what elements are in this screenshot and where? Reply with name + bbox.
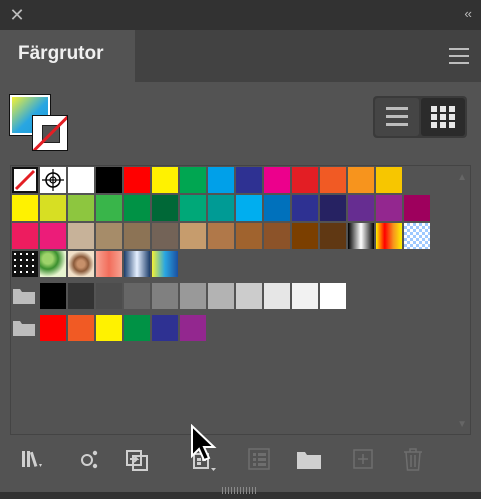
swatch-0-6[interactable] <box>180 167 206 193</box>
swatch-4-6[interactable] <box>208 283 234 309</box>
swatch-1-0[interactable] <box>12 195 38 221</box>
swatch-0-3[interactable] <box>96 167 122 193</box>
menu-icon[interactable] <box>449 48 469 64</box>
swatch-4-4[interactable] <box>152 283 178 309</box>
swatch-1-4[interactable] <box>124 195 150 221</box>
swatch-4-5[interactable] <box>180 283 206 309</box>
swatch-0-11[interactable] <box>320 167 346 193</box>
none-slash-icon <box>33 116 67 150</box>
swatch-3-3[interactable] <box>96 251 122 277</box>
swatch-3-1[interactable] <box>40 251 66 277</box>
swatch-1-1[interactable] <box>40 195 66 221</box>
grid-view-icon[interactable] <box>421 98 465 136</box>
swatch-5-5[interactable] <box>180 315 206 341</box>
swatch-1-13[interactable] <box>376 195 402 221</box>
swatch-2-14[interactable] <box>404 223 430 249</box>
vertical-scrollbar[interactable]: ▲ ▼ <box>456 166 470 434</box>
swatch-5-0[interactable] <box>40 315 66 341</box>
swatch-0-9[interactable] <box>264 167 290 193</box>
swatch-2-8[interactable] <box>236 223 262 249</box>
swatch-5-4[interactable] <box>152 315 178 341</box>
swatch-4-10[interactable] <box>320 283 346 309</box>
mouse-cursor-icon <box>191 424 217 462</box>
scroll-down-icon[interactable]: ▼ <box>457 419 467 430</box>
swatch-4-8[interactable] <box>264 283 290 309</box>
tab-swatches[interactable]: Färgrutor <box>0 30 135 82</box>
swatch-4-7[interactable] <box>236 283 262 309</box>
swatch-1-3[interactable] <box>96 195 122 221</box>
tab-title: Färgrutor <box>18 43 104 64</box>
swatch-0-8[interactable] <box>236 167 262 193</box>
swatch-0-7[interactable] <box>208 167 234 193</box>
swatch-1-5[interactable] <box>152 195 178 221</box>
swatch-2-4[interactable] <box>124 223 150 249</box>
swatch-0-13[interactable] <box>376 167 402 193</box>
swatch-2-0[interactable] <box>12 223 38 249</box>
swatch-5-3[interactable] <box>124 315 150 341</box>
swatch-0-5[interactable] <box>152 167 178 193</box>
close-icon[interactable]: ✕ <box>8 6 26 24</box>
swatch-2-11[interactable] <box>320 223 346 249</box>
swatch-2-7[interactable] <box>208 223 234 249</box>
new-color-group-icon[interactable] <box>246 446 272 472</box>
show-kinds-icon[interactable] <box>76 446 102 472</box>
swatch-0-1[interactable] <box>40 167 66 193</box>
swatch-libraries-icon[interactable] <box>20 446 46 472</box>
swatch-3-5[interactable] <box>152 251 178 277</box>
folder-icon[interactable] <box>296 446 322 472</box>
panel-topbar: ✕ ‹‹ <box>0 0 481 30</box>
swatch-1-7[interactable] <box>208 195 234 221</box>
swatch-0-4[interactable] <box>124 167 150 193</box>
swatch-1-10[interactable] <box>292 195 318 221</box>
tab-row: Färgrutor <box>0 30 481 82</box>
swatch-4-1[interactable] <box>68 283 94 309</box>
swatch-3-2[interactable] <box>68 251 94 277</box>
place-swatches-icon[interactable] <box>124 446 150 472</box>
list-view-icon[interactable] <box>375 98 419 136</box>
swatches-panel: ✕ ‹‹ Färgrutor ▲ ▼ <box>0 0 481 494</box>
swatch-1-9[interactable] <box>264 195 290 221</box>
swatch-2-6[interactable] <box>180 223 206 249</box>
scroll-up-icon[interactable]: ▲ <box>457 172 467 183</box>
swatch-1-11[interactable] <box>320 195 346 221</box>
swatch-list: ▲ ▼ <box>10 165 471 435</box>
stroke-swatch[interactable] <box>32 115 68 151</box>
swatch-0-10[interactable] <box>292 167 318 193</box>
resize-grip[interactable] <box>222 481 260 494</box>
swatch-4-9[interactable] <box>292 283 318 309</box>
delete-swatch-icon[interactable] <box>400 446 426 472</box>
swatch-1-2[interactable] <box>68 195 94 221</box>
swatch-2-10[interactable] <box>292 223 318 249</box>
swatch-1-14[interactable] <box>404 195 430 221</box>
swatch-2-2[interactable] <box>68 223 94 249</box>
swatch-2-3[interactable] <box>96 223 122 249</box>
swatch-3-4[interactable] <box>124 251 150 277</box>
swatch-0-2[interactable] <box>68 167 94 193</box>
swatch-1-12[interactable] <box>348 195 374 221</box>
swatch-4-2[interactable] <box>96 283 122 309</box>
swatch-5-2[interactable] <box>96 315 122 341</box>
fill-stroke-control[interactable] <box>10 95 72 157</box>
swatch-2-1[interactable] <box>40 223 66 249</box>
collapse-icon[interactable]: ‹‹ <box>464 6 472 21</box>
swatch-0-12[interactable] <box>348 167 374 193</box>
swatch-4-0[interactable] <box>40 283 66 309</box>
swatch-2-13[interactable] <box>376 223 402 249</box>
swatch-4-3[interactable] <box>124 283 150 309</box>
swatch-1-6[interactable] <box>180 195 206 221</box>
swatch-0-0[interactable] <box>12 167 38 193</box>
color-group-folder-icon[interactable] <box>13 288 35 304</box>
swatch-3-0[interactable] <box>12 251 38 277</box>
swatch-2-5[interactable] <box>152 223 178 249</box>
new-swatch-icon[interactable] <box>350 446 376 472</box>
view-toggle <box>373 96 467 138</box>
swatch-5-1[interactable] <box>68 315 94 341</box>
swatch-1-8[interactable] <box>236 195 262 221</box>
color-group-folder-icon[interactable] <box>13 320 35 336</box>
swatch-2-9[interactable] <box>264 223 290 249</box>
swatch-2-12[interactable] <box>348 223 374 249</box>
